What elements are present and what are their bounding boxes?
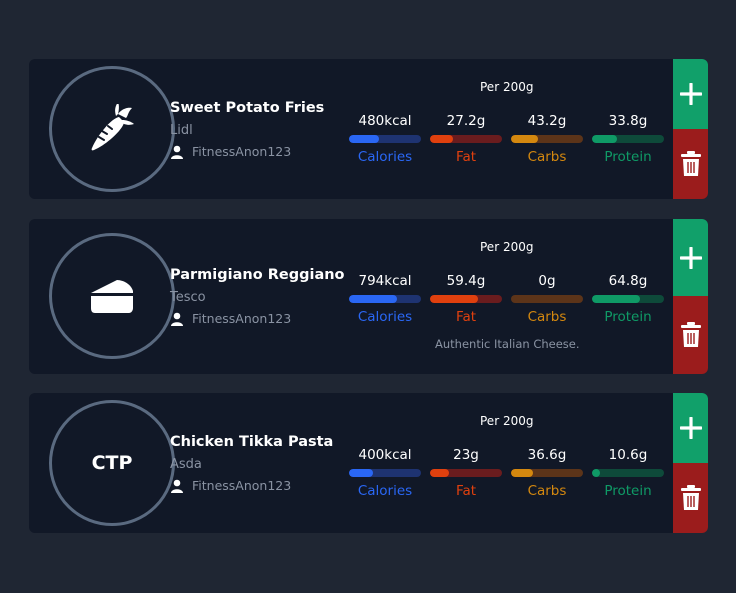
carbs-label: Carbs — [527, 149, 567, 165]
plus-icon — [679, 246, 702, 269]
calories-bar — [349, 469, 421, 477]
trash-icon — [680, 151, 701, 176]
avatar-initials: CTP — [91, 452, 133, 474]
fat-label: Fat — [455, 309, 477, 325]
calories-label: Calories — [357, 149, 413, 165]
protein-label: Protein — [604, 483, 652, 499]
carbs-label: Carbs — [527, 309, 567, 325]
food-description: Authentic Italian Cheese. — [435, 337, 580, 351]
macro-protein: 10.6g Protein — [592, 447, 664, 499]
calories-label: Calories — [357, 483, 413, 499]
add-button[interactable] — [673, 59, 708, 129]
calories-label: Calories — [357, 309, 413, 325]
food-name: Sweet Potato Fries — [170, 100, 325, 116]
calories-bar — [349, 135, 421, 143]
macro-fat: 27.2g Fat — [430, 113, 502, 165]
serving-size: Per 200g — [480, 240, 534, 254]
carbs-bar — [511, 469, 583, 477]
food-brand: Asda — [170, 457, 202, 472]
macro-protein: 33.8g Protein — [592, 113, 664, 165]
user-icon — [171, 145, 183, 159]
fat-bar — [430, 469, 502, 477]
food-avatar — [49, 66, 175, 192]
food-name: Chicken Tikka Pasta — [170, 434, 334, 450]
macro-fat: 59.4g Fat — [430, 273, 502, 325]
food-brand: Lidl — [170, 123, 193, 138]
author-name: FitnessAnon123 — [192, 144, 292, 159]
carbs-bar — [511, 135, 583, 143]
macro-calories: 794kcal Calories — [349, 273, 421, 325]
fat-value: 59.4g — [446, 273, 486, 289]
food-name: Parmigiano Reggiano — [170, 267, 345, 283]
delete-button[interactable] — [673, 463, 708, 533]
food-author[interactable]: FitnessAnon123 — [170, 144, 291, 159]
protein-bar — [592, 469, 664, 477]
protein-value: 64.8g — [608, 273, 648, 289]
carbs-value: 0g — [538, 273, 556, 289]
food-avatar: CTP — [49, 400, 175, 526]
protein-bar — [592, 295, 664, 303]
carbs-label: Carbs — [527, 483, 567, 499]
macro-calories: 400kcal Calories — [349, 447, 421, 499]
card-actions — [673, 59, 708, 199]
delete-button[interactable] — [673, 129, 708, 199]
protein-value: 33.8g — [608, 113, 648, 129]
carbs-value: 36.6g — [527, 447, 567, 463]
food-brand: Tesco — [170, 290, 206, 305]
macro-carbs: 36.6g Carbs — [511, 447, 583, 499]
food-card: Parmigiano Reggiano Tesco FitnessAnon123… — [29, 219, 708, 374]
macro-protein: 64.8g Protein — [592, 273, 664, 325]
trash-icon — [680, 322, 701, 347]
carbs-value: 43.2g — [527, 113, 567, 129]
macro-carbs: 43.2g Carbs — [511, 113, 583, 165]
calories-value: 400kcal — [358, 447, 412, 463]
card-actions — [673, 393, 708, 533]
author-name: FitnessAnon123 — [192, 478, 292, 493]
calories-value: 480kcal — [358, 113, 412, 129]
user-icon — [171, 312, 183, 326]
protein-label: Protein — [604, 149, 652, 165]
fat-label: Fat — [455, 483, 477, 499]
protein-value: 10.6g — [608, 447, 648, 463]
calories-value: 794kcal — [358, 273, 412, 289]
protein-bar — [592, 135, 664, 143]
food-author[interactable]: FitnessAnon123 — [170, 311, 291, 326]
fat-label: Fat — [455, 149, 477, 165]
food-author[interactable]: FitnessAnon123 — [170, 478, 291, 493]
food-card: Sweet Potato Fries Lidl FitnessAnon123 P… — [29, 59, 708, 199]
macro-calories: 480kcal Calories — [349, 113, 421, 165]
fat-bar — [430, 295, 502, 303]
macro-fat: 23g Fat — [430, 447, 502, 499]
card-actions — [673, 219, 708, 374]
user-icon — [171, 479, 183, 493]
fat-value: 23g — [453, 447, 479, 463]
plus-icon — [679, 83, 702, 105]
carrot-icon — [91, 104, 134, 151]
calories-bar — [349, 295, 421, 303]
serving-size: Per 200g — [480, 414, 534, 428]
author-name: FitnessAnon123 — [192, 311, 292, 326]
trash-icon — [680, 485, 701, 510]
add-button[interactable] — [673, 219, 708, 296]
carbs-bar — [511, 295, 583, 303]
plus-icon — [679, 417, 702, 439]
add-button[interactable] — [673, 393, 708, 463]
fat-value: 27.2g — [446, 113, 486, 129]
protein-label: Protein — [604, 309, 652, 325]
food-card: CTP Chicken Tikka Pasta Asda FitnessAnon… — [29, 393, 708, 533]
serving-size: Per 200g — [480, 80, 534, 94]
cheese-icon — [91, 280, 133, 313]
food-avatar — [49, 233, 175, 359]
delete-button[interactable] — [673, 296, 708, 374]
fat-bar — [430, 135, 502, 143]
macro-carbs: 0g Carbs — [511, 273, 583, 325]
